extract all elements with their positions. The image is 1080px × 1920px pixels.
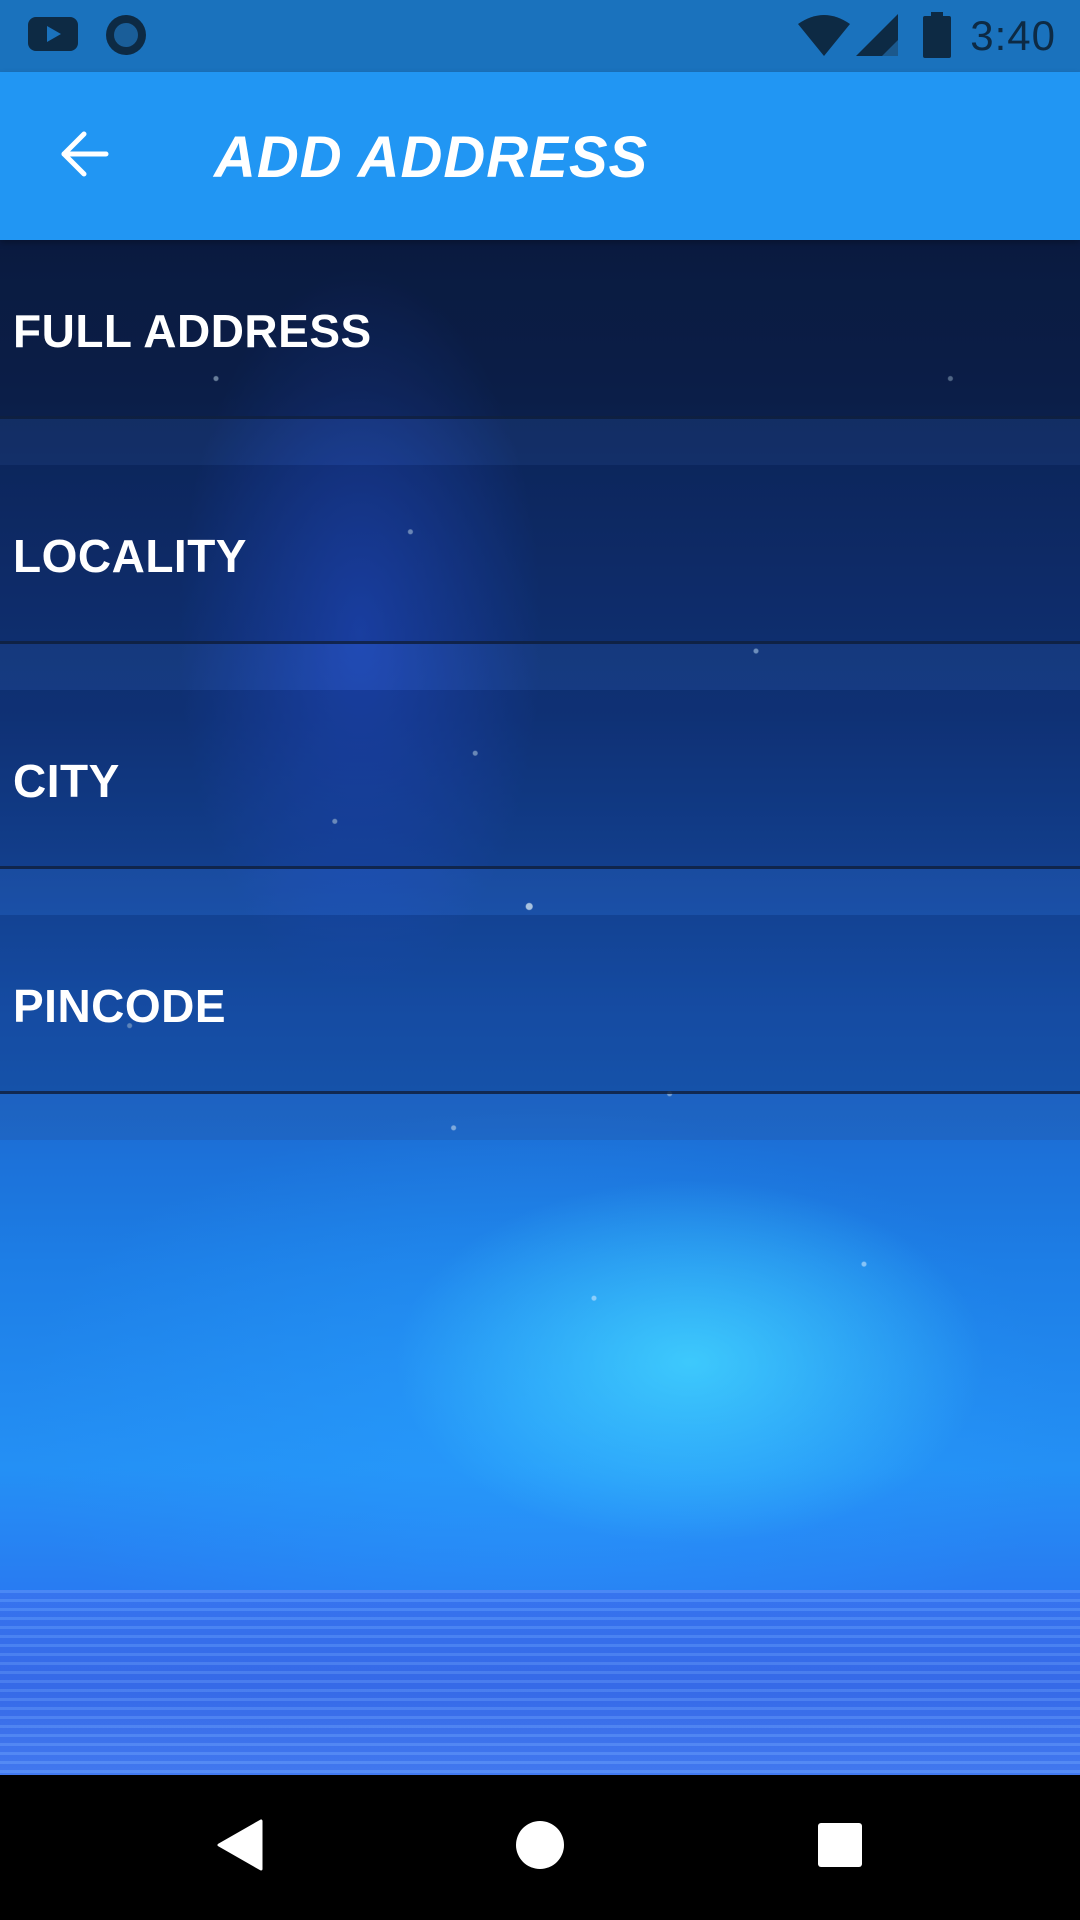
address-form: FULL ADDRESS LOCALITY CITY PINCODE — [0, 240, 1080, 1140]
app-bar: ADD ADDRESS — [0, 72, 1080, 240]
nav-home-button[interactable] — [490, 1797, 590, 1897]
battery-icon — [922, 12, 952, 63]
wifi-icon — [796, 14, 852, 61]
city-field[interactable]: CITY — [0, 690, 1080, 915]
navigation-bar — [0, 1775, 1080, 1920]
status-time: 3:40 — [970, 12, 1056, 59]
background-water — [0, 1590, 1080, 1775]
pincode-field[interactable]: PINCODE — [0, 915, 1080, 1140]
circle-app-icon — [104, 13, 148, 62]
youtube-icon — [28, 15, 78, 58]
nav-recents-button[interactable] — [790, 1797, 890, 1897]
field-divider — [0, 869, 1080, 915]
field-divider — [0, 1094, 1080, 1140]
locality-field[interactable]: LOCALITY — [0, 465, 1080, 690]
screen: 3:40 ADD ADDRESS FULL ADDRESS LOCALITY C… — [0, 0, 1080, 1920]
cell-signal-icon — [856, 14, 898, 61]
back-triangle-icon — [215, 1819, 265, 1876]
field-divider — [0, 419, 1080, 465]
full-address-input[interactable] — [0, 240, 1080, 418]
home-circle-icon — [514, 1819, 566, 1876]
arrow-back-icon — [58, 128, 110, 185]
nav-back-button[interactable] — [190, 1797, 290, 1897]
pincode-input[interactable] — [0, 915, 1080, 1093]
full-address-field[interactable]: FULL ADDRESS — [0, 240, 1080, 465]
status-bar: 3:40 — [0, 0, 1080, 72]
recents-square-icon — [817, 1822, 863, 1873]
page-title: ADD ADDRESS — [214, 125, 649, 190]
back-button[interactable] — [36, 108, 132, 204]
locality-input[interactable] — [0, 465, 1080, 643]
city-input[interactable] — [0, 690, 1080, 868]
field-divider — [0, 644, 1080, 690]
